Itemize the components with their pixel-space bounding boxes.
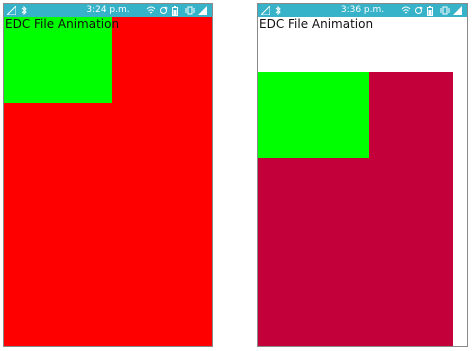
status-bar: 3:36 p.m. <box>258 4 467 17</box>
status-right-icons <box>401 4 463 17</box>
app-title: EDC File Animation <box>259 17 374 31</box>
status-bar: 3:24 p.m. <box>4 4 212 17</box>
wifi-icon <box>401 6 411 15</box>
battery-icon <box>427 6 437 16</box>
sync-icon <box>159 6 169 15</box>
battery-icon <box>172 6 182 16</box>
cellular-icon <box>198 6 208 15</box>
cellular-icon <box>453 6 463 15</box>
wifi-icon <box>146 6 156 15</box>
app-title: EDC File Animation <box>5 17 120 31</box>
foreground-rectangle <box>258 72 369 158</box>
vibrate-icon <box>440 6 450 15</box>
vibrate-icon <box>185 6 195 15</box>
phone-screen-1: 3:24 p.m. EDC File Animation <box>3 3 213 347</box>
sync-icon <box>414 6 424 15</box>
phone-screen-2: 3:36 p.m. EDC File Animation <box>257 3 468 347</box>
status-right-icons <box>146 4 208 17</box>
